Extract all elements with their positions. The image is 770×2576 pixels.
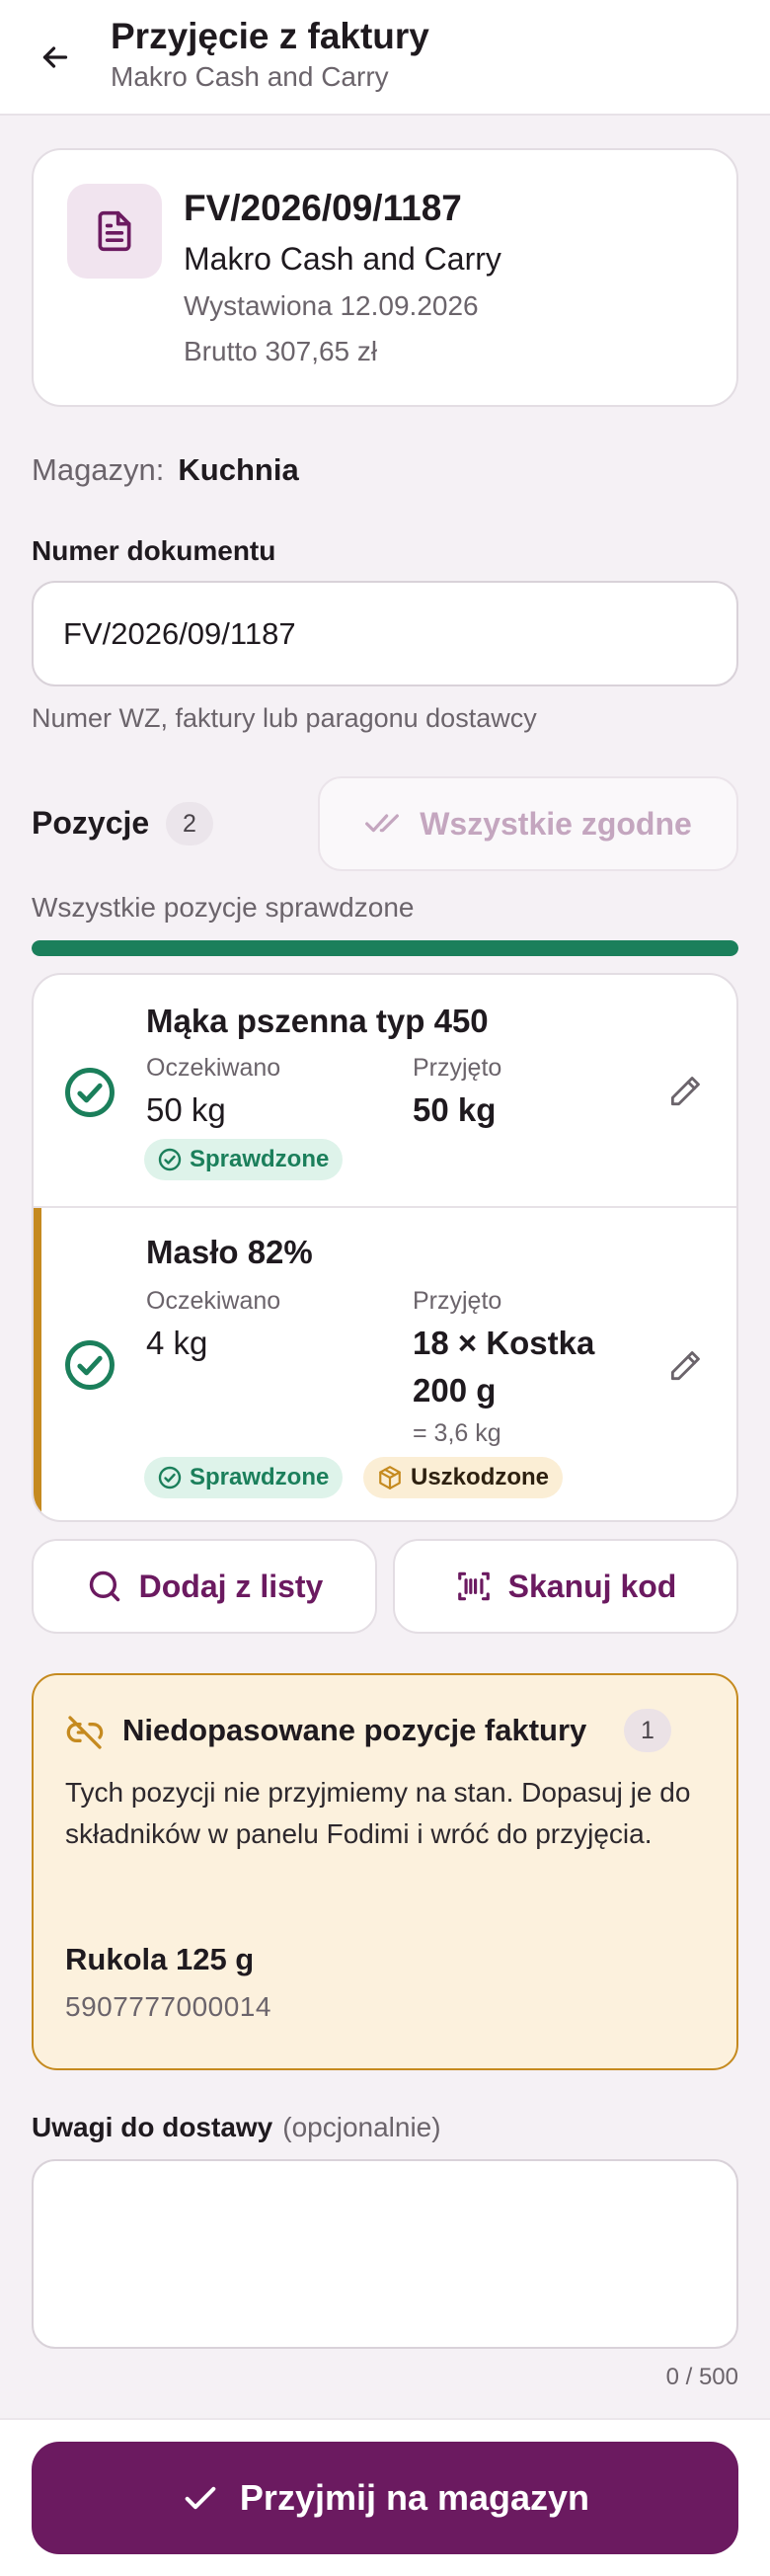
notes-textarea[interactable] bbox=[32, 2159, 738, 2349]
file-text-icon bbox=[98, 210, 131, 252]
invoice-number: FV/2026/09/1187 bbox=[184, 188, 462, 228]
search-icon bbox=[89, 1570, 119, 1602]
doc-number-label: Numer dokumentu bbox=[32, 535, 276, 566]
positions-count-badge: 2 bbox=[166, 802, 213, 845]
unmatched-description: Tych pozycji nie przyjmiemy na stan. Dop… bbox=[65, 1777, 691, 1849]
received-value-line1: 18 × Kostka bbox=[413, 1325, 595, 1361]
progress-bar-fill bbox=[32, 940, 738, 956]
document-icon-container bbox=[67, 184, 162, 279]
check-circle-icon bbox=[158, 1466, 182, 1489]
submit-label: Przyjmij na magazyn bbox=[239, 2477, 590, 2518]
notes-label: Uwagi do dostawy bbox=[32, 2112, 273, 2142]
scan-code-label: Skanuj kod bbox=[507, 1568, 677, 1604]
list-item: Masło 82% Oczekiwano 4 kg Przyjęto 18 × … bbox=[34, 1208, 736, 1520]
doc-number-input[interactable] bbox=[32, 581, 738, 686]
notes-optional-label: (opcjonalnie) bbox=[282, 2112, 441, 2142]
double-check-icon bbox=[365, 814, 400, 833]
expected-label: Oczekiwano bbox=[146, 1054, 281, 1082]
check-circle-icon bbox=[65, 1068, 115, 1117]
positions-heading: Pozycje bbox=[32, 805, 150, 841]
link-broken-icon bbox=[66, 1716, 104, 1749]
warehouse-label: Magazyn: bbox=[32, 452, 165, 487]
list-item: Mąka pszenna typ 450 Oczekiwano 50 kg Pr… bbox=[34, 975, 736, 1208]
page-title: Przyjęcie z faktury bbox=[111, 16, 429, 56]
item-name: Mąka pszenna typ 450 bbox=[146, 1003, 489, 1039]
submit-receipt-button[interactable]: Przyjmij na magazyn bbox=[32, 2442, 738, 2554]
scan-code-button[interactable]: Skanuj kod bbox=[393, 1539, 738, 1634]
expected-value: 4 kg bbox=[146, 1325, 208, 1361]
package-damaged-icon bbox=[379, 1466, 401, 1489]
damaged-label: Uszkodzone bbox=[411, 1464, 550, 1490]
converted-quantity: = 3,6 kg bbox=[413, 1419, 501, 1447]
warehouse-row: Magazyn: Kuchnia bbox=[32, 452, 299, 488]
pencil-icon bbox=[670, 1077, 700, 1106]
back-button[interactable] bbox=[32, 34, 79, 81]
received-value-line2: 200 g bbox=[413, 1372, 497, 1409]
progress-bar bbox=[32, 940, 738, 956]
invoice-issue-date: Wystawiona 12.09.2026 bbox=[184, 290, 479, 321]
expected-value: 50 kg bbox=[146, 1091, 226, 1128]
add-from-list-button[interactable]: Dodaj z listy bbox=[32, 1539, 377, 1634]
barcode-scan-icon bbox=[457, 1571, 490, 1601]
progress-text: Wszystkie pozycje sprawdzone bbox=[32, 892, 415, 923]
unmatched-item-name: Rukola 125 g bbox=[65, 1942, 255, 1976]
doc-number-hint: Numer WZ, faktury lub paragonu dostawcy bbox=[32, 703, 537, 733]
all-match-button[interactable]: Wszystkie zgodne bbox=[318, 776, 738, 871]
warehouse-value: Kuchnia bbox=[178, 452, 299, 487]
notes-label-row: Uwagi do dostawy (opcjonalnie) bbox=[32, 2112, 441, 2143]
positions-list: Mąka pszenna typ 450 Oczekiwano 50 kg Pr… bbox=[32, 973, 738, 1522]
expected-label: Oczekiwano bbox=[146, 1287, 281, 1315]
top-app-bar: Przyjęcie z faktury Makro Cash and Carry bbox=[0, 0, 770, 116]
status-badge-damaged: Uszkodzone bbox=[363, 1457, 564, 1498]
notes-char-counter: 0 / 500 bbox=[665, 2364, 738, 2390]
edit-button[interactable] bbox=[661, 1068, 709, 1115]
received-value: 50 kg bbox=[413, 1091, 497, 1128]
received-label: Przyjęto bbox=[413, 1054, 502, 1082]
unmatched-title: Niedopasowane pozycje faktury bbox=[122, 1713, 587, 1747]
check-icon bbox=[185, 2486, 216, 2510]
invoice-supplier: Makro Cash and Carry bbox=[184, 241, 501, 277]
arrow-left-icon bbox=[42, 46, 68, 68]
status-badge-checked: Sprawdzone bbox=[144, 1457, 344, 1498]
page-subtitle: Makro Cash and Carry bbox=[111, 61, 389, 92]
unmatched-item-barcode: 5907777000014 bbox=[65, 1991, 271, 2022]
status-badge-checked: Sprawdzone bbox=[144, 1139, 344, 1180]
status-label: Sprawdzone bbox=[190, 1146, 330, 1172]
all-match-label: Wszystkie zgodne bbox=[420, 805, 692, 842]
pencil-icon bbox=[670, 1351, 700, 1381]
check-circle-icon bbox=[65, 1340, 115, 1390]
check-circle-icon bbox=[158, 1148, 182, 1171]
invoice-card: FV/2026/09/1187 Makro Cash and Carry Wys… bbox=[32, 148, 738, 407]
item-name: Masło 82% bbox=[146, 1234, 313, 1270]
add-from-list-label: Dodaj z listy bbox=[138, 1568, 324, 1604]
received-label: Przyjęto bbox=[413, 1287, 502, 1315]
edit-button[interactable] bbox=[661, 1342, 709, 1390]
invoice-gross-total: Brutto 307,65 zł bbox=[184, 336, 378, 366]
unmatched-count-badge: 1 bbox=[624, 1709, 671, 1752]
status-label: Sprawdzone bbox=[190, 1464, 330, 1490]
unmatched-items-panel: Niedopasowane pozycje faktury 1 Tych poz… bbox=[32, 1673, 738, 2070]
